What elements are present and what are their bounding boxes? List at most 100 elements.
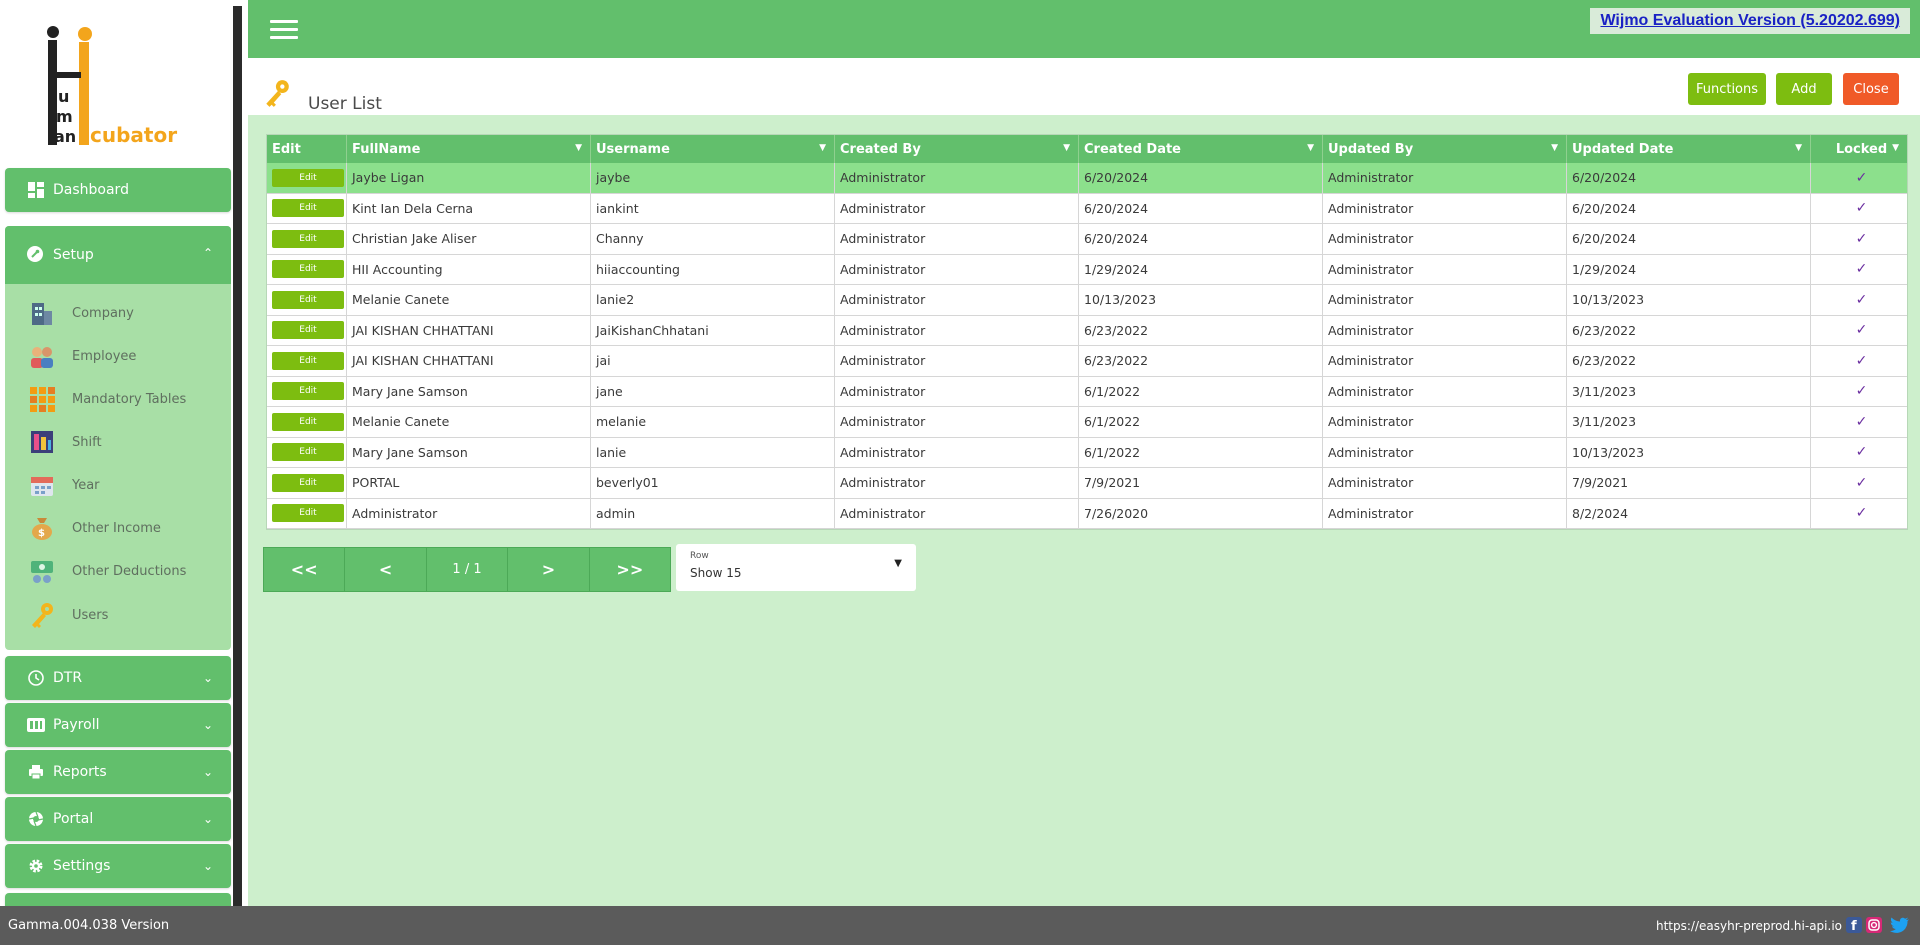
- edit-row-button[interactable]: Edit: [272, 321, 344, 340]
- cell-updated-date[interactable]: 6/20/2024: [1567, 193, 1811, 223]
- edit-row-button[interactable]: Edit: [272, 382, 344, 401]
- cell-created-date[interactable]: 6/23/2022: [1079, 346, 1323, 376]
- table-row[interactable]: Edit HII Accounting hiiaccounting Administr…: [267, 254, 1907, 285]
- nav-settings[interactable]: Settings ⌄: [5, 844, 231, 888]
- nav-dashboard[interactable]: Dashboard: [5, 168, 231, 212]
- cell-updated-date[interactable]: 3/11/2023: [1567, 407, 1811, 437]
- cell-created-by[interactable]: Administrator: [835, 254, 1079, 284]
- cell-fullname[interactable]: JAI KISHAN CHHATTANI: [347, 315, 591, 345]
- cell-fullname[interactable]: Melanie Canete: [347, 407, 591, 437]
- nav-payroll[interactable]: Payroll ⌄: [5, 703, 231, 747]
- cell-updated-by[interactable]: Administrator: [1323, 407, 1567, 437]
- filter-icon[interactable]: ▼: [819, 143, 826, 153]
- table-row[interactable]: Edit PORTAL beverly01 Administrator 7/9/2021…: [267, 468, 1907, 499]
- table-row[interactable]: Edit Melanie Canete lanie2 Administrator 10/…: [267, 285, 1907, 316]
- cell-updated-date[interactable]: 3/11/2023: [1567, 376, 1811, 406]
- table-row[interactable]: Edit Mary Jane Samson jane Administrator 6/1…: [267, 376, 1907, 407]
- cell-created-date[interactable]: 7/9/2021: [1079, 468, 1323, 498]
- cell-username[interactable]: Channy: [591, 224, 835, 254]
- cell-username[interactable]: hiiaccounting: [591, 254, 835, 284]
- sidebar-scrollbar[interactable]: [233, 6, 242, 906]
- sidebar-item-other-deductions[interactable]: Other Deductions: [28, 554, 186, 588]
- cell-created-by[interactable]: Administrator: [835, 224, 1079, 254]
- sidebar-item-company[interactable]: Company: [28, 296, 134, 330]
- cell-updated-date[interactable]: 6/23/2022: [1567, 315, 1811, 345]
- add-button[interactable]: Add: [1776, 73, 1832, 105]
- filter-icon[interactable]: ▼: [1892, 143, 1899, 153]
- cell-created-date[interactable]: 6/1/2022: [1079, 407, 1323, 437]
- cell-created-by[interactable]: Administrator: [835, 346, 1079, 376]
- cell-created-by[interactable]: Administrator: [835, 407, 1079, 437]
- cell-locked[interactable]: ✓: [1811, 285, 1907, 315]
- cell-fullname[interactable]: Administrator: [347, 498, 591, 528]
- column-header-locked[interactable]: Locked ▼: [1811, 135, 1907, 163]
- column-header-updated-date[interactable]: Updated Date ▼: [1567, 135, 1811, 163]
- filter-icon[interactable]: ▼: [1307, 143, 1314, 153]
- cell-updated-by[interactable]: Administrator: [1323, 254, 1567, 284]
- nav-setup[interactable]: Setup ⌃: [5, 226, 231, 284]
- sidebar-item-employee[interactable]: Employee: [28, 339, 136, 373]
- footer-url[interactable]: https://easyhr-preprod.hi-api.io: [1656, 919, 1842, 933]
- edit-row-button[interactable]: Edit: [272, 412, 344, 431]
- cell-created-by[interactable]: Administrator: [835, 193, 1079, 223]
- cell-fullname[interactable]: Mary Jane Samson: [347, 437, 591, 467]
- cell-updated-date[interactable]: 6/20/2024: [1567, 224, 1811, 254]
- cell-created-by[interactable]: Administrator: [835, 498, 1079, 528]
- functions-button[interactable]: Functions: [1688, 73, 1766, 105]
- nav-dtr[interactable]: DTR ⌄: [5, 656, 231, 700]
- cell-created-by[interactable]: Administrator: [835, 315, 1079, 345]
- facebook-icon[interactable]: f: [1846, 917, 1862, 934]
- filter-icon[interactable]: ▼: [575, 143, 582, 153]
- edit-row-button[interactable]: Edit: [272, 260, 344, 279]
- cell-username[interactable]: iankint: [591, 193, 835, 223]
- column-header-fullname[interactable]: FullName ▼: [347, 135, 591, 163]
- wijmo-evaluation-banner[interactable]: Wijmo Evaluation Version (5.20202.699): [1590, 8, 1910, 34]
- column-header-updated-by[interactable]: Updated By ▼: [1323, 135, 1567, 163]
- cell-created-by[interactable]: Administrator: [835, 437, 1079, 467]
- cell-created-by[interactable]: Administrator: [835, 376, 1079, 406]
- cell-username[interactable]: lanie: [591, 437, 835, 467]
- next-page-button[interactable]: >: [508, 548, 590, 591]
- cell-updated-by[interactable]: Administrator: [1323, 346, 1567, 376]
- cell-username[interactable]: jaybe: [591, 163, 835, 193]
- sidebar-item-shift[interactable]: Shift: [28, 425, 102, 459]
- menu-toggle-icon[interactable]: [270, 20, 298, 40]
- table-row[interactable]: Edit Christian Jake Aliser Channy Administr…: [267, 224, 1907, 255]
- cell-locked[interactable]: ✓: [1811, 316, 1907, 346]
- cell-locked[interactable]: ✓: [1811, 438, 1907, 468]
- cell-updated-date[interactable]: 6/23/2022: [1567, 346, 1811, 376]
- table-row[interactable]: Edit Melanie Canete melanie Administrator 6/…: [267, 407, 1907, 438]
- edit-row-button[interactable]: Edit: [272, 351, 344, 370]
- twitter-icon[interactable]: [1890, 917, 1909, 933]
- prev-page-button[interactable]: <: [345, 548, 427, 591]
- cell-updated-date[interactable]: 7/9/2021: [1567, 468, 1811, 498]
- edit-row-button[interactable]: Edit: [272, 290, 344, 309]
- edit-row-button[interactable]: Edit: [272, 504, 344, 523]
- cell-created-by[interactable]: Administrator: [835, 285, 1079, 315]
- filter-icon[interactable]: ▼: [1063, 143, 1070, 153]
- cell-created-date[interactable]: 6/20/2024: [1079, 193, 1323, 223]
- last-page-button[interactable]: >>: [590, 548, 670, 591]
- edit-row-button[interactable]: Edit: [272, 473, 344, 492]
- cell-updated-by[interactable]: Administrator: [1323, 315, 1567, 345]
- cell-updated-date[interactable]: 8/2/2024: [1567, 498, 1811, 528]
- cell-username[interactable]: JaiKishanChhatani: [591, 315, 835, 345]
- cell-fullname[interactable]: HII Accounting: [347, 254, 591, 284]
- sidebar-item-other-income[interactable]: $ Other Income: [28, 511, 161, 545]
- edit-row-button[interactable]: Edit: [272, 168, 344, 187]
- cell-created-date[interactable]: 7/26/2020: [1079, 498, 1323, 528]
- cell-locked[interactable]: ✓: [1811, 346, 1907, 376]
- cell-locked[interactable]: ✓: [1811, 468, 1907, 498]
- cell-updated-by[interactable]: Administrator: [1323, 224, 1567, 254]
- instagram-icon[interactable]: [1866, 917, 1882, 933]
- cell-updated-by[interactable]: Administrator: [1323, 376, 1567, 406]
- cell-locked[interactable]: ✓: [1811, 377, 1907, 407]
- cell-fullname[interactable]: Mary Jane Samson: [347, 376, 591, 406]
- cell-created-date[interactable]: 10/13/2023: [1079, 285, 1323, 315]
- table-row[interactable]: Edit Administrator admin Administrator 7/26/…: [267, 498, 1907, 529]
- column-header-created-date[interactable]: Created Date ▼: [1079, 135, 1323, 163]
- cell-username[interactable]: beverly01: [591, 468, 835, 498]
- cell-locked[interactable]: ✓: [1811, 163, 1907, 193]
- cell-updated-by[interactable]: Administrator: [1323, 468, 1567, 498]
- column-header-username[interactable]: Username ▼: [591, 135, 835, 163]
